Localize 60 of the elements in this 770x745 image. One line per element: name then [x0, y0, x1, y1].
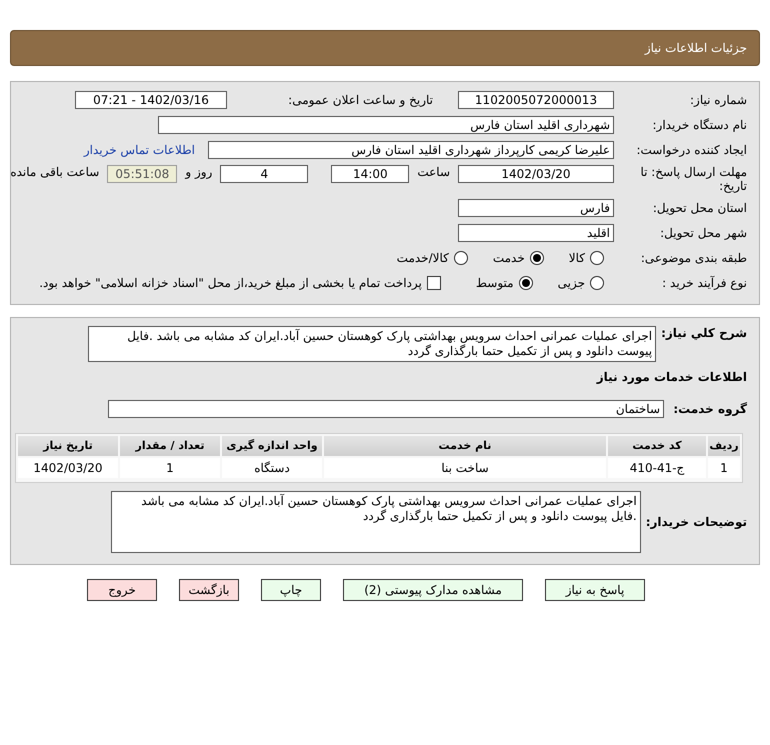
radio-label: خدمت [492, 251, 525, 265]
days-label: روز و [184, 165, 214, 179]
field-label: شرح کلي نياز: [661, 326, 747, 340]
radio-label: کالا/خدمت [396, 251, 449, 265]
deadline-date-field: 1402/03/20 [458, 165, 614, 183]
radio-button[interactable] [518, 276, 533, 290]
table-cell: 1402/03/20 [18, 458, 118, 478]
field-label: شماره نیاز: [689, 93, 747, 107]
page-title: جزئیات اطلاعات نیاز [644, 41, 747, 55]
field-label: گروه خدمت: [672, 402, 747, 416]
field-label: نوع فرآیند خرید : [661, 276, 747, 290]
column-header: واحد اندازه گیری [222, 436, 322, 456]
field-label: مهلت ارسال پاسخ: تا تاریخ: [639, 165, 747, 193]
announce-date-field: 1402/03/16 - 07:21 [75, 91, 227, 109]
time-label: ساعت [416, 165, 451, 179]
province-field: فارس [458, 199, 614, 217]
city-field: اقلید [458, 224, 614, 242]
remaining-time-field: 05:51:08 [107, 165, 178, 183]
field-label: تاریخ و ساعت اعلان عمومی: [287, 93, 434, 107]
service-group-field: ساختمان [108, 400, 664, 418]
table-cell: دستگاه [222, 458, 322, 478]
column-header: تعداد / مقدار [120, 436, 220, 456]
description-field: اجرای عملیات عمرانی احداث سرویس بهداشتی پارک کوهستان حسین آباد.ایران کد مشابه می باشد .فایل پیوست دانلود و پس از تکمیل حتما بارگذاری گردد [88, 326, 656, 362]
field-label: ایجاد کننده درخواست: [635, 143, 747, 157]
contact-link[interactable]: اطلاعات تماس خریدار [84, 143, 195, 157]
remaining-label: ساعت باقی مانده [9, 165, 100, 179]
deadline-time-field: 14:00 [331, 165, 410, 183]
checkbox[interactable] [426, 276, 441, 290]
table-cell: 1 [120, 458, 220, 478]
column-header: ردیف [708, 436, 740, 456]
column-header: کد خدمت [608, 436, 706, 456]
buyer-notes-field: اجرای عملیات عمرانی احداث سرویس بهداشتی پارک کوهستان حسین آباد.ایران کد مشابه می باشد .فایل پیوست دانلود و پس از تکمیل حتما بارگذاری گردد [110, 491, 641, 553]
field-label: استان محل تحویل: [652, 201, 747, 215]
days-field: 4 [220, 165, 308, 183]
radio-label: جزیی [558, 276, 585, 290]
section-title: اطلاعات خدمات مورد نیاز [596, 370, 747, 384]
column-header: تاریخ نیاز [18, 436, 118, 456]
radio-button[interactable] [590, 276, 604, 290]
field-label: نام دستگاه خریدار: [652, 118, 747, 132]
requester-field: علیرضا کریمی کارپرداز شهرداری اقلید استان فارس [208, 141, 614, 159]
field-label: شهر محل تحویل: [659, 226, 747, 240]
table-cell: 1 [708, 458, 740, 478]
buyer-name-field: شهرداری اقلید استان فارس [158, 116, 614, 134]
table-cell: ج-41-410 [608, 458, 706, 478]
action-button[interactable]: چاپ [261, 579, 321, 601]
action-button[interactable]: خروج [87, 579, 157, 601]
radio-button[interactable] [454, 251, 468, 265]
action-button[interactable]: مشاهده مدارک پیوستی (2) [343, 579, 523, 601]
checkbox-label: پرداخت تمام یا بخشی از مبلغ خرید،از محل "اسناد خزانه اسلامی" خواهد بود. [39, 276, 422, 290]
field-label: طبقه بندی موضوعی: [640, 251, 747, 265]
radio-button[interactable] [590, 251, 604, 265]
radio-label: کالا [568, 251, 585, 265]
need-number-field: 1102005072000013 [458, 91, 614, 109]
radio-button[interactable] [530, 251, 544, 265]
column-header: نام خدمت [324, 436, 606, 456]
table-cell: ساخت بنا [324, 458, 606, 478]
field-label: توضیحات خریدار: [646, 515, 747, 529]
radio-label: متوسط [476, 276, 514, 290]
action-button[interactable]: بازگشت [179, 579, 239, 601]
action-button[interactable]: پاسخ به نیاز [545, 579, 645, 601]
